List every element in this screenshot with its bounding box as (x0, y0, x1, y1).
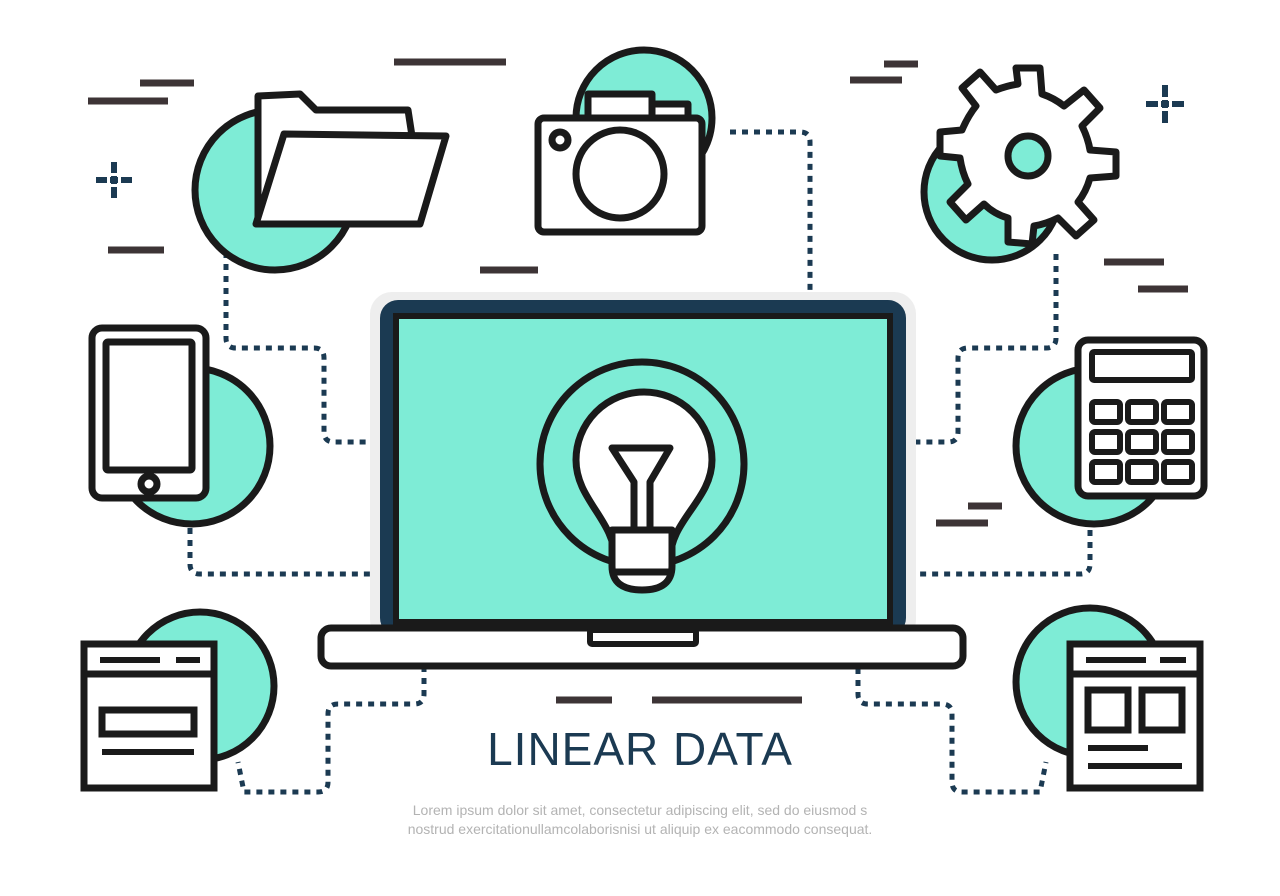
camera-node (534, 46, 716, 236)
sparkle-icon (96, 162, 132, 198)
smartphone-node (88, 324, 274, 528)
connector-camera (730, 129, 813, 298)
smartphone-icon (88, 324, 210, 502)
camera-icon (534, 90, 706, 236)
caption-line-2: nostrud exercitationullamcolaborisnisi u… (407, 821, 873, 837)
page-title: LINEAR DATA (487, 723, 793, 775)
gear-icon (936, 64, 1120, 248)
calculator-node (1012, 336, 1208, 528)
folder-icon (252, 90, 450, 228)
connector-calculator (906, 530, 1093, 577)
connector-phone (187, 528, 376, 577)
gear-node (920, 64, 1120, 264)
calculator-icon (1074, 336, 1208, 500)
sparkle-icon (1146, 85, 1184, 123)
caption-line-1: Lorem ipsum dolor sit amet, consectetur … (412, 802, 868, 818)
folder-node (191, 90, 450, 274)
